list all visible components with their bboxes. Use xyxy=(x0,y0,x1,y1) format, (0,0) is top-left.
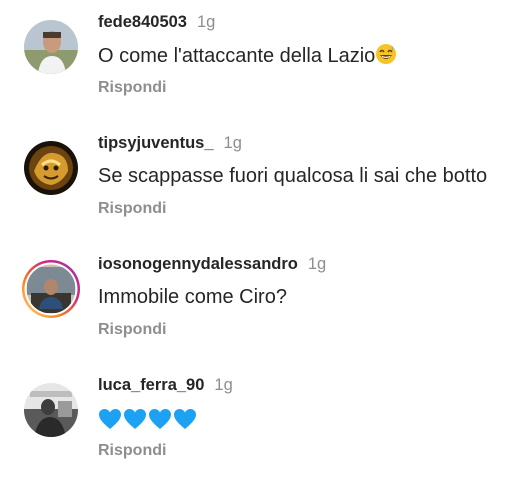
username[interactable]: tipsyjuventus_ xyxy=(98,134,214,152)
comment-text xyxy=(98,406,197,430)
comment-meta: fede840503 1g xyxy=(98,12,215,32)
username[interactable]: luca_ferra_90 xyxy=(98,376,204,394)
blue-heart-icon xyxy=(174,408,196,429)
avatar[interactable] xyxy=(24,383,78,437)
comment-text: Se scappasse fuori qualcosa li sai che b… xyxy=(98,165,488,187)
blue-hearts-emoji xyxy=(98,408,197,430)
comment-item: tipsyjuventus_ 1g Se scappasse fuori qual… xyxy=(0,121,528,231)
reply-button[interactable]: Rispondi xyxy=(98,78,166,98)
avatar[interactable] xyxy=(24,20,78,74)
blue-heart-icon xyxy=(124,408,146,429)
reply-button[interactable]: Rispondi xyxy=(98,199,166,219)
timestamp: 1g xyxy=(214,376,233,394)
comment-meta: tipsyjuventus_ 1g xyxy=(98,133,242,153)
avatar[interactable] xyxy=(21,259,81,319)
comment-item: luca_ferra_90 1g Rispondi xyxy=(0,363,528,473)
comment-text: Immobile come Ciro? xyxy=(98,286,287,308)
comment-item: iosonogennydalessandro 1g Immobile come C… xyxy=(0,242,528,352)
reply-button[interactable]: Rispondi xyxy=(98,441,166,461)
reply-button[interactable]: Rispondi xyxy=(98,320,166,340)
comment-text: O come l'attaccante della Lazio xyxy=(98,43,397,71)
username[interactable]: fede840503 xyxy=(98,13,187,31)
grinning-sweat-emoji xyxy=(375,43,397,71)
username[interactable]: iosonogennydalessandro xyxy=(98,255,298,273)
comment-meta: luca_ferra_90 1g xyxy=(98,375,233,395)
comment-text-body: O come l'attaccante della Lazio xyxy=(98,45,376,67)
comment-item: fede840503 1g O come l'attaccante della L… xyxy=(0,0,528,110)
comment-meta: iosonogennydalessandro 1g xyxy=(98,254,326,274)
timestamp: 1g xyxy=(307,255,327,273)
blue-heart-icon xyxy=(149,408,171,429)
timestamp: 1g xyxy=(197,13,216,31)
timestamp: 1g xyxy=(223,134,242,152)
avatar[interactable] xyxy=(24,141,78,195)
blue-heart-icon xyxy=(99,408,121,429)
